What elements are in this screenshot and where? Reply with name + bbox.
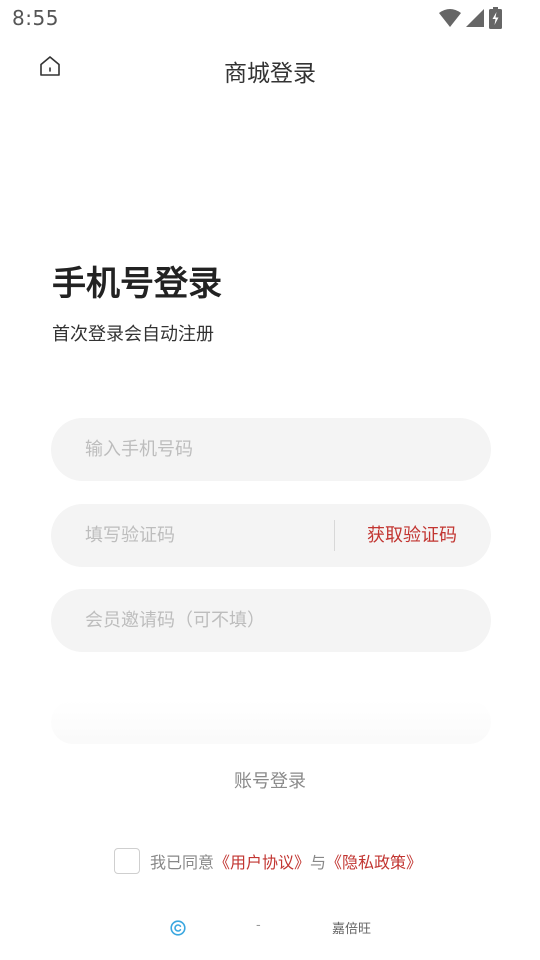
battery-icon (489, 7, 502, 29)
copyright-icon (170, 920, 186, 936)
code-field: 获取验证码 (51, 504, 491, 567)
footer-company: 嘉倍旺 (332, 922, 372, 937)
code-divider (334, 520, 335, 551)
footer: - 嘉倍旺 (0, 918, 540, 940)
invite-code-input[interactable] (85, 589, 465, 652)
privacy-policy-link[interactable]: 《隐私政策》 (326, 849, 422, 873)
user-agreement-link[interactable]: 《用户协议》 (214, 849, 310, 873)
page-title: 商城登录 (224, 61, 316, 87)
invite-field (51, 589, 491, 652)
top-bar: 商城登录 (0, 36, 540, 100)
agreement-prefix: 我已同意 (150, 853, 215, 872)
status-icons (439, 7, 502, 29)
agreement-checkbox[interactable] (114, 848, 140, 874)
status-time: 8:55 (12, 6, 59, 30)
login-subheading: 首次登录会自动注册 (52, 324, 214, 345)
account-login-link[interactable]: 账号登录 (0, 767, 540, 793)
agreement-row: 我已同意 《用户协议》 与 《隐私政策》 (114, 847, 422, 875)
wifi-icon (439, 8, 461, 28)
signal-icon (465, 8, 485, 28)
footer-separator: - (256, 918, 261, 933)
login-button[interactable] (51, 700, 491, 744)
phone-input[interactable] (85, 418, 465, 481)
login-heading: 手机号登录 (52, 264, 222, 304)
status-bar: 8:55 (0, 0, 540, 36)
agreement-conjunction: 与 (310, 853, 327, 872)
phone-field (51, 418, 491, 481)
get-code-button[interactable]: 获取验证码 (367, 504, 457, 567)
verification-code-input[interactable] (85, 504, 325, 567)
